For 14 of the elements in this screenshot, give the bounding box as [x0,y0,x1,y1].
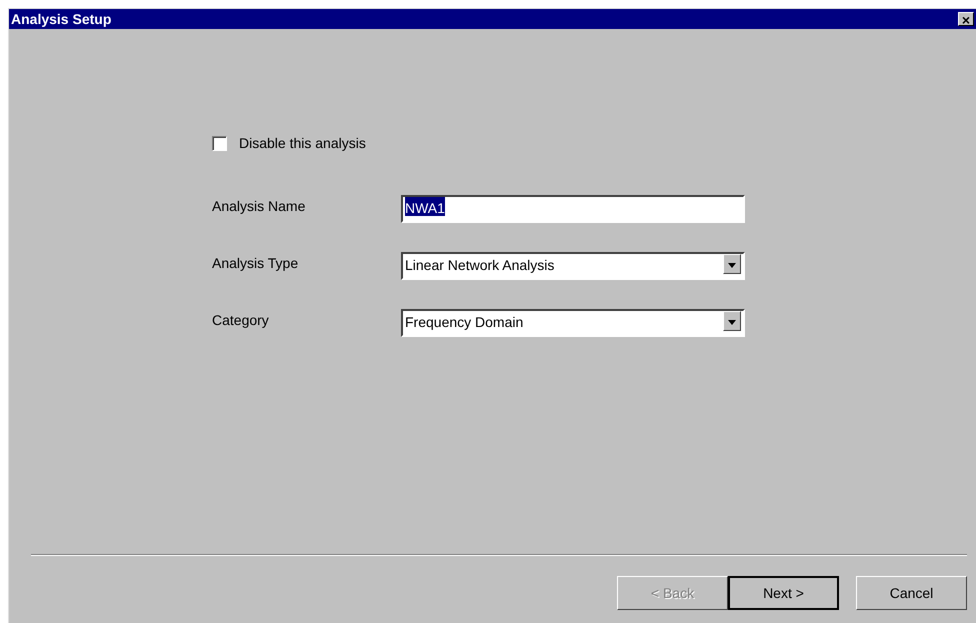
close-button[interactable]: × [958,12,974,26]
window-title: Analysis Setup [11,11,112,27]
dropdown[interactable]: Linear Network Analysis [401,252,745,280]
caret-icon [723,254,741,274]
dropdown[interactable]: Frequency Domain [401,309,745,337]
caret-icon [723,311,741,331]
next-button[interactable]: Next > [728,576,839,610]
field-label: Analysis Name [212,197,306,214]
checkbox[interactable] [212,136,227,150]
cancel-button[interactable]: Cancel [856,576,967,610]
checkbox-label: Disable this analysis [239,135,366,151]
input-field[interactable]: NWA1 [401,195,745,223]
field-label: Analysis Type [212,254,300,271]
field-label: Category [212,311,270,328]
